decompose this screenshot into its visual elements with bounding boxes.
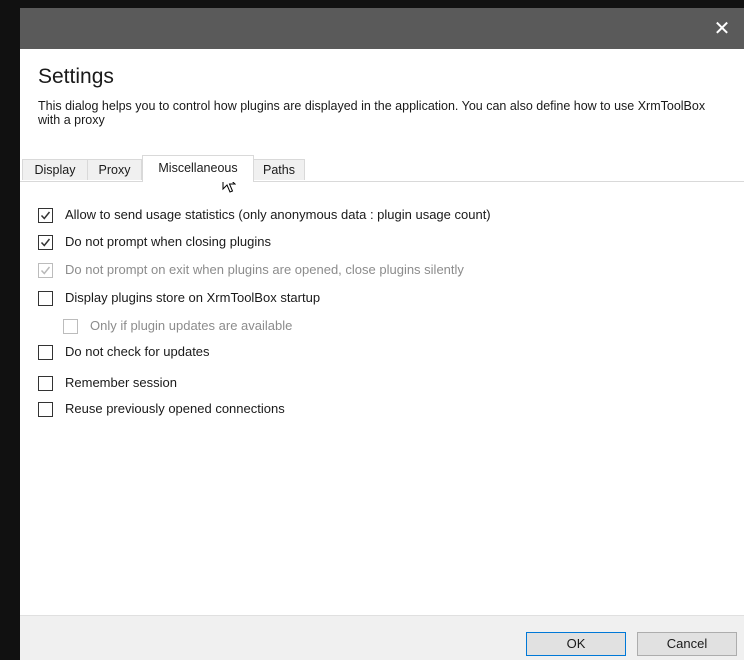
cancel-button[interactable]: Cancel <box>637 632 737 656</box>
close-button[interactable]: ✕ <box>700 8 744 49</box>
settings-dialog: Settings This dialog helps you to contro… <box>20 49 744 660</box>
tab-miscellaneous[interactable]: Miscellaneous <box>142 155 254 182</box>
dialog-description: This dialog helps you to control how plu… <box>38 99 706 127</box>
tab-paths[interactable]: Paths <box>253 159 305 180</box>
checkmark-icon <box>40 238 51 247</box>
remember-session-checkbox[interactable] <box>38 376 53 391</box>
tab-display[interactable]: Display <box>22 159 88 180</box>
no-prompt-closing-label: Do not prompt when closing plugins <box>65 234 271 249</box>
remember-session-label: Remember session <box>65 375 177 390</box>
no-check-updates-checkbox[interactable] <box>38 345 53 360</box>
plugins-store-startup-checkbox[interactable] <box>38 291 53 306</box>
plugins-store-startup-label: Display plugins store on XrmToolBox star… <box>65 290 321 305</box>
tab-proxy[interactable]: Proxy <box>87 159 142 180</box>
reuse-connections-checkbox[interactable] <box>38 402 53 417</box>
usage-statistics-label: Allow to send usage statistics (only ano… <box>65 207 491 222</box>
checkmark-icon <box>40 211 51 220</box>
ok-button[interactable]: OK <box>526 632 626 656</box>
close-icon: ✕ <box>713 16 731 40</box>
window-titlebar: ✕ <box>20 8 744 49</box>
no-prompt-exit-checkbox <box>38 263 53 278</box>
only-if-updates-checkbox <box>63 319 78 334</box>
reuse-connections-label: Reuse previously opened connections <box>65 401 285 416</box>
no-prompt-exit-label: Do not prompt on exit when plugins are o… <box>65 262 464 277</box>
dialog-footer: OK Cancel <box>20 615 744 660</box>
tab-strip: Display Proxy Miscellaneous Paths <box>20 155 744 182</box>
checkmark-icon <box>40 266 51 275</box>
no-check-updates-label: Do not check for updates <box>65 344 210 359</box>
usage-statistics-checkbox[interactable] <box>38 208 53 223</box>
no-prompt-closing-checkbox[interactable] <box>38 235 53 250</box>
miscellaneous-panel: Allow to send usage statistics (only ano… <box>20 182 744 614</box>
only-if-updates-label: Only if plugin updates are available <box>90 318 293 333</box>
dialog-title: Settings <box>38 65 114 88</box>
